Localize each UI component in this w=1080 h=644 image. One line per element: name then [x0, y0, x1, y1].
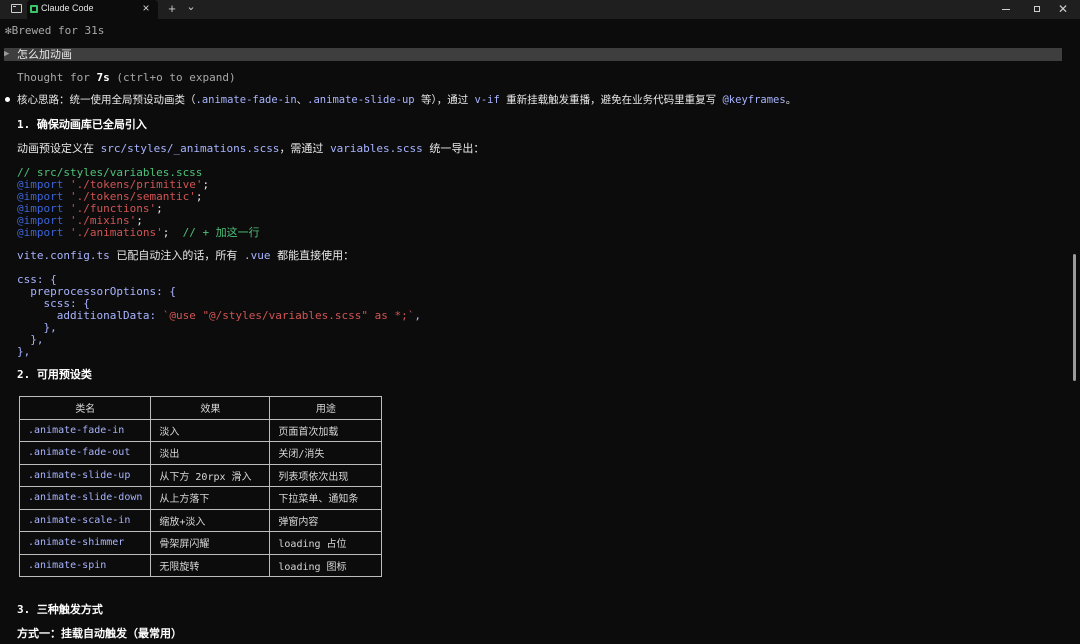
intro-text-a: 核心思路：统一使用全局预设动画类（ — [17, 94, 196, 106]
p1-text-b: ，需通过 — [279, 142, 331, 155]
prompt-caret-icon: ▶ — [4, 49, 10, 59]
p1-text-c: 统一导出： — [422, 142, 485, 155]
table-cell: .animate-slide-up — [18, 463, 152, 487]
vite-code-line: }, — [17, 345, 31, 358]
table-cell: .animate-scale-in — [18, 508, 152, 532]
table-cell: 弹窗内容 — [269, 508, 383, 532]
heading-3: 3. 三种触发方式 — [17, 603, 103, 616]
table-row: .animate-scale-in 缩放+淡入 弹窗内容 — [18, 508, 383, 532]
terminal-app-icon[interactable] — [11, 4, 22, 13]
semicolon: ; — [156, 202, 163, 215]
table-row: .animate-shimmer 骨架屏闪耀 loading 占位 — [18, 531, 383, 555]
table-cell: loading 图标 — [269, 553, 383, 577]
table-row: .animate-slide-down 从上方落下 下拉菜单、通知条 — [18, 486, 383, 510]
table-cell: .animate-fade-out — [18, 441, 152, 465]
table-cell: 页面首次加载 — [269, 418, 383, 442]
table-header-cell: 类名 — [18, 396, 152, 420]
p2-text-a: 已配自动注入的话，所有 — [109, 249, 244, 262]
paragraph-2: vite.config.ts 已配自动注入的话，所有 .vue 都能直接使用： — [17, 249, 354, 262]
semicolon: ; — [195, 190, 203, 203]
table-cell: .animate-shimmer — [18, 531, 152, 555]
p1-code-variables: variables.scss — [330, 142, 423, 155]
comma: , — [414, 309, 421, 322]
thought-suffix: (ctrl+o to expand) — [109, 71, 236, 84]
table-row: .animate-fade-in 淡入 页面首次加载 — [18, 418, 383, 442]
restore-icon[interactable] — [1030, 3, 1044, 15]
import-path: './animations' — [69, 226, 163, 239]
scss-import-line: @import './animations'; // + 加这一行 — [17, 226, 260, 239]
table-cell: loading 占位 — [269, 531, 383, 555]
vite-code-line: additionalData: `@use "@/styles/variable… — [17, 309, 421, 322]
intro-text-d: 重新挂载触发重播，避免在业务代码里重复写 — [499, 94, 723, 106]
new-tab-plus-icon[interactable]: + — [165, 2, 179, 16]
table-cell: 无限旋转 — [150, 553, 271, 577]
tab-icon — [30, 5, 38, 13]
intro-code-slide-up: .animate-slide-up — [307, 94, 415, 106]
response-bullet-icon — [5, 97, 10, 102]
table-cell: .animate-fade-in — [18, 418, 152, 442]
intro-text-c: 等），通过 — [414, 94, 475, 106]
table-cell: 淡入 — [150, 418, 271, 442]
p2-code-vue: .vue — [243, 249, 271, 262]
thought-prefix: Thought for — [17, 71, 97, 84]
tab-title: Claude Code — [41, 3, 94, 13]
paragraph-1: 动画预设定义在 src/styles/_animations.scss，需通过 … — [17, 142, 484, 155]
table-cell: 下拉菜单、通知条 — [269, 486, 383, 510]
table-cell: .animate-spin — [18, 553, 152, 577]
add-line-comment: // + 加这一行 — [169, 226, 260, 239]
table-header-row: 类名 效果 用途 — [18, 396, 383, 420]
tab-claude-code[interactable]: Claude Code × — [27, 0, 158, 19]
table-cell: 列表项依次出现 — [269, 463, 383, 487]
intro-paragraph: 核心思路：统一使用全局预设动画类（.animate-fade-in、.anima… — [17, 94, 796, 107]
status-text: Brewed for 31s — [11, 24, 105, 37]
intro-code-v-if: v-if — [474, 94, 500, 106]
preset-classes-table: 类名 效果 用途 .animate-fade-in 淡入 页面首次加载 .ani… — [18, 396, 383, 577]
title-bar: Claude Code × + ⌄ ✕ — [0, 0, 1080, 19]
table-header-cell: 用途 — [269, 396, 383, 420]
table-row: .animate-spin 无限旋转 loading 图标 — [18, 553, 383, 577]
minimize-icon[interactable] — [999, 3, 1013, 15]
terminal-scrollbar-thumb[interactable] — [1073, 254, 1076, 381]
semicolon: ; — [202, 178, 210, 191]
thought-time: 7s — [96, 71, 110, 84]
table-cell: .animate-slide-down — [18, 486, 152, 510]
p2-text-b: 都能直接使用： — [270, 249, 355, 262]
p1-code-animations-path: src/styles/_animations.scss — [100, 142, 280, 155]
table-cell: 从上方落下 — [150, 486, 271, 510]
heading-1: 1. 确保动画库已全局引入 — [17, 118, 147, 131]
tab-close-icon[interactable]: × — [140, 2, 152, 15]
table-row: .animate-fade-out 淡出 关闭/消失 — [18, 441, 383, 465]
intro-text-b: 、 — [296, 94, 308, 106]
intro-text-e: 。 — [785, 94, 797, 106]
table-cell: 缩放+淡入 — [150, 508, 271, 532]
heading-2: 2. 可用预设类 — [17, 368, 92, 381]
additional-data-value: `@use "@/styles/variables.scss" as *;` — [162, 309, 415, 322]
user-prompt-text: 怎么加动画 — [17, 48, 72, 61]
user-prompt-bar — [4, 48, 1062, 61]
table-cell: 关闭/消失 — [269, 441, 383, 465]
window-close-icon[interactable]: ✕ — [1056, 3, 1070, 15]
table-cell: 从下方 20rpx 滑入 — [150, 463, 271, 487]
import-keyword: @import — [17, 226, 64, 239]
p1-text-a: 动画预设定义在 — [17, 142, 101, 155]
table-cell: 淡出 — [150, 441, 271, 465]
status-line: ✻Brewed for 31s — [5, 24, 104, 37]
tab-dropdown-chevron-icon[interactable]: ⌄ — [184, 0, 198, 14]
thought-line[interactable]: Thought for 7s (ctrl+o to expand) — [17, 71, 236, 84]
table-header-cell: 效果 — [150, 396, 271, 420]
intro-code-fade-in: .animate-fade-in — [195, 94, 297, 106]
p2-code-vite-config: vite.config.ts — [17, 249, 110, 262]
heading-3-subtitle: 方式一：挂载自动触发（最常用） — [17, 627, 182, 640]
intro-code-keyframes: @keyframes — [722, 94, 786, 106]
table-row: .animate-slide-up 从下方 20rpx 滑入 列表项依次出现 — [18, 463, 383, 487]
sparkle-icon: ✻ — [5, 24, 12, 37]
table-cell: 骨架屏闪耀 — [150, 531, 271, 555]
